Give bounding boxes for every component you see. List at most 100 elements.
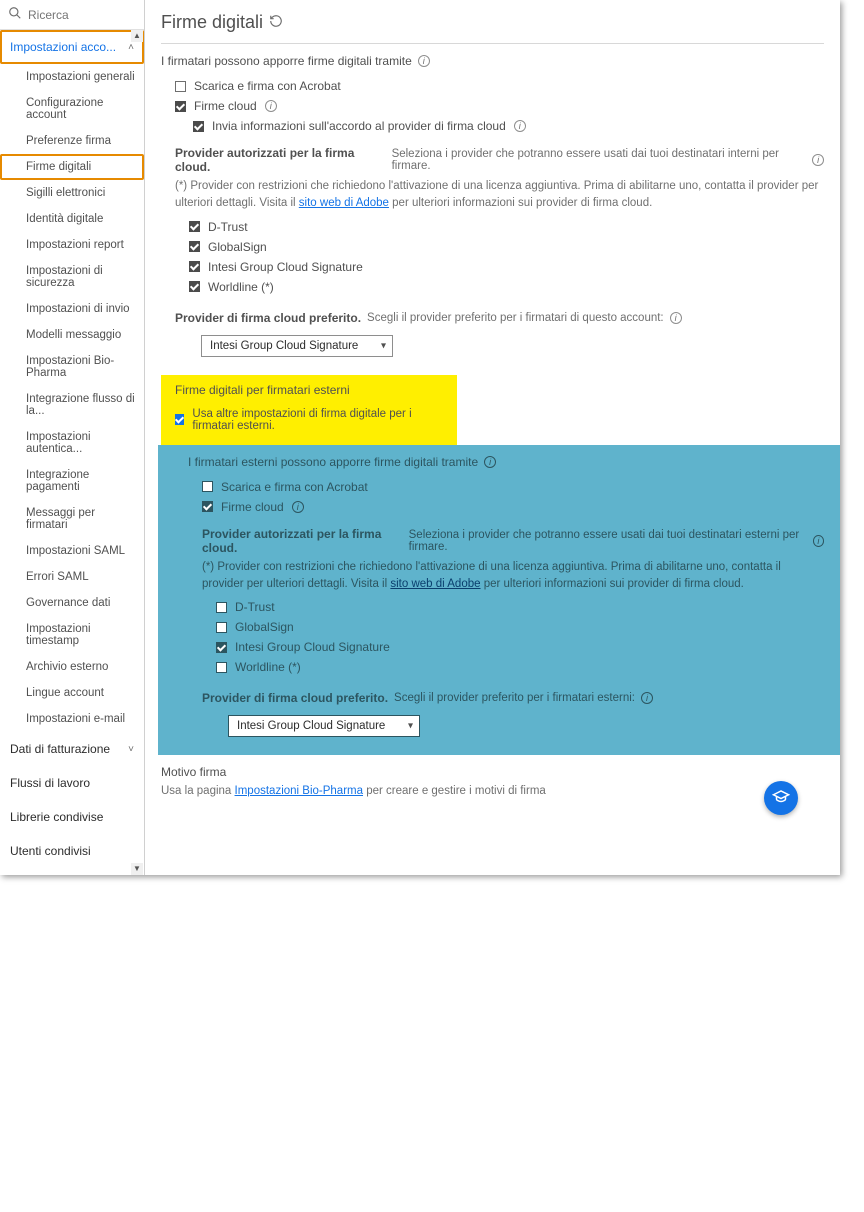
checkbox-label: Invia informazioni sull'accordo al provi…	[212, 119, 506, 133]
biopharma-link[interactable]: Impostazioni Bio-Pharma	[235, 785, 363, 797]
info-icon[interactable]	[418, 55, 430, 67]
checkbox-provider-dtrust[interactable]	[189, 221, 200, 232]
motivo-text: Usa la pagina Impostazioni Bio-Pharma pe…	[161, 785, 824, 797]
sidebar-section-libraries[interactable]: Librerie condivise	[0, 800, 144, 834]
providers-desc: Seleziona i provider che potranno essere…	[392, 148, 807, 172]
preferred-provider-select[interactable]: Intesi Group Cloud Signature ▾	[201, 335, 393, 357]
checkbox-ext-provider-worldline[interactable]	[216, 662, 227, 673]
page-title: Firme digitali	[161, 12, 263, 33]
sidebar-item-templates[interactable]: Modelli messaggio	[0, 322, 144, 348]
preferred-lead: Provider di firma cloud preferito.	[175, 311, 361, 325]
page-title-row: Firme digitali	[161, 8, 824, 44]
sidebar-section-label: Dati di fatturazione	[10, 742, 110, 756]
checkbox-send-info[interactable]	[193, 121, 204, 132]
sidebar-item-biopharma[interactable]: Impostazioni Bio-Pharma	[0, 348, 144, 386]
info-icon[interactable]	[812, 154, 824, 166]
sidebar-item-email[interactable]: Impostazioni e-mail	[0, 706, 144, 732]
ext-providers-desc: Seleziona i provider che potranno essere…	[409, 529, 807, 553]
sidebar-section-label: Librerie condivise	[10, 810, 103, 824]
sidebar-section-users[interactable]: Utenti condivisi	[0, 834, 144, 868]
info-icon[interactable]	[670, 312, 682, 324]
sidebar-item-digital-identity[interactable]: Identità digitale	[0, 206, 144, 232]
sidebar-item-saml[interactable]: Impostazioni SAML	[0, 538, 144, 564]
ext-providers-lead: Provider autorizzati per la firma cloud.	[202, 527, 403, 555]
checkbox-provider-globalsign[interactable]	[189, 241, 200, 252]
sidebar-item-security[interactable]: Impostazioni di sicurezza	[0, 258, 144, 296]
provider-label: D-Trust	[208, 220, 248, 234]
info-icon[interactable]	[813, 535, 824, 547]
sidebar-item-digital-signatures[interactable]: Firme digitali	[0, 154, 144, 180]
provider-label: Worldline (*)	[208, 280, 274, 294]
external-settings-panel: I firmatari esterni possono apporre firm…	[158, 445, 840, 756]
sidebar-item-saml-errors[interactable]: Errori SAML	[0, 564, 144, 590]
restriction-note: (*) Provider con restrizioni che richied…	[175, 178, 824, 213]
info-icon[interactable]	[265, 100, 277, 112]
checkbox-label: Scarica e firma con Acrobat	[221, 480, 368, 494]
sidebar-section-label: Flussi di lavoro	[10, 776, 90, 790]
sidebar-item-payments[interactable]: Integrazione pagamenti	[0, 462, 144, 500]
info-icon[interactable]	[514, 120, 526, 132]
external-band-title: Firme digitali per firmatari esterni	[175, 383, 443, 397]
checkbox-ext-provider-globalsign[interactable]	[216, 622, 227, 633]
ext-preferred-desc: Scegli il provider preferito per i firma…	[394, 692, 635, 704]
help-fab-button[interactable]	[764, 781, 798, 815]
chevron-down-icon: ˅	[128, 744, 134, 755]
external-section-label: I firmatari esterni possono apporre firm…	[188, 455, 824, 469]
checkbox-provider-intesi[interactable]	[189, 261, 200, 272]
search-row	[0, 0, 144, 30]
scroll-up-icon[interactable]: ▲	[131, 30, 143, 42]
checkbox-label: Firme cloud	[194, 99, 257, 113]
adobe-website-link[interactable]: sito web di Adobe	[299, 197, 389, 209]
checkbox-ext-cloud-signatures[interactable]	[202, 501, 213, 512]
sidebar-section-label: Impostazioni acco...	[10, 40, 116, 54]
sidebar-item-languages[interactable]: Lingue account	[0, 680, 144, 706]
checkbox-provider-worldline[interactable]	[189, 281, 200, 292]
checkbox-cloud-signatures[interactable]	[175, 101, 186, 112]
sidebar-item-account-config[interactable]: Configurazione account	[0, 90, 144, 128]
signature-reason-section: Motivo firma Usa la pagina Impostazioni …	[161, 765, 824, 797]
adobe-website-link[interactable]: sito web di Adobe	[390, 578, 480, 590]
sidebar-item-external-archive[interactable]: Archivio esterno	[0, 654, 144, 680]
checkbox-ext-provider-intesi[interactable]	[216, 642, 227, 653]
sidebar-scroll[interactable]: ▲ Impostazioni acco... ˄ Impostazioni ge…	[0, 30, 144, 875]
ext-restriction-note: (*) Provider con restrizioni che richied…	[202, 559, 824, 594]
sidebar-item-auth[interactable]: Impostazioni autentica...	[0, 424, 144, 462]
sidebar-item-general[interactable]: Impostazioni generali	[0, 64, 144, 90]
sidebar-item-workflow-int[interactable]: Integrazione flusso di la...	[0, 386, 144, 424]
search-icon	[8, 6, 22, 23]
chevron-up-icon: ˄	[128, 42, 134, 53]
providers-lead: Provider autorizzati per la firma cloud.	[175, 146, 386, 174]
search-input[interactable]	[28, 8, 136, 22]
provider-label: GlobalSign	[235, 620, 294, 634]
sidebar-section-billing[interactable]: Dati di fatturazione ˅	[0, 732, 144, 766]
ext-preferred-provider-select[interactable]: Intesi Group Cloud Signature ▾	[228, 715, 420, 737]
provider-label: Worldline (*)	[235, 660, 301, 674]
info-icon[interactable]	[292, 501, 304, 513]
graduation-cap-icon	[772, 788, 790, 809]
sidebar-section-privacy[interactable]: Privacy	[0, 868, 144, 875]
provider-label: Intesi Group Cloud Signature	[208, 260, 363, 274]
sidebar-item-send[interactable]: Impostazioni di invio	[0, 296, 144, 322]
chevron-down-icon: ▾	[381, 340, 386, 351]
sidebar-item-seals[interactable]: Sigilli elettronici	[0, 180, 144, 206]
provider-label: GlobalSign	[208, 240, 267, 254]
sidebar-section-workflows[interactable]: Flussi di lavoro	[0, 766, 144, 800]
internal-section-label: I firmatari possono apporre firme digita…	[161, 54, 824, 68]
scroll-down-icon[interactable]: ▼	[131, 863, 143, 875]
info-icon[interactable]	[484, 456, 496, 468]
info-icon[interactable]	[641, 692, 653, 704]
provider-label: Intesi Group Cloud Signature	[235, 640, 390, 654]
sidebar-item-governance[interactable]: Governance dati	[0, 590, 144, 616]
sidebar-item-timestamp[interactable]: Impostazioni timestamp	[0, 616, 144, 654]
checkbox-use-external-settings[interactable]	[175, 414, 184, 425]
sidebar-section-account[interactable]: Impostazioni acco... ˄	[0, 30, 144, 64]
checkbox-download-acrobat[interactable]	[175, 81, 186, 92]
sidebar-item-sign-pref[interactable]: Preferenze firma	[0, 128, 144, 154]
checkbox-ext-provider-dtrust[interactable]	[216, 602, 227, 613]
sidebar-item-signer-msg[interactable]: Messaggi per firmatari	[0, 500, 144, 538]
sidebar-item-reports[interactable]: Impostazioni report	[0, 232, 144, 258]
checkbox-ext-download-acrobat[interactable]	[202, 481, 213, 492]
refresh-icon[interactable]	[269, 12, 283, 33]
checkbox-label: Firme cloud	[221, 500, 284, 514]
main-content: Firme digitali I firmatari possono appor…	[145, 0, 840, 875]
